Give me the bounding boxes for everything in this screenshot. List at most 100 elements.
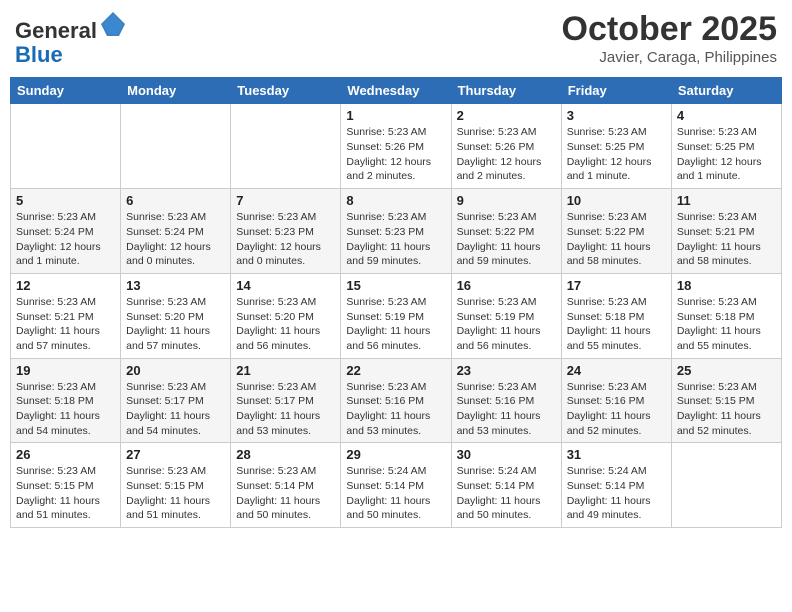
page-header: General Blue October 2025 Javier, Caraga… <box>10 10 782 67</box>
day-number: 19 <box>16 363 115 378</box>
day-info: Sunrise: 5:23 AM Sunset: 5:19 PM Dayligh… <box>346 295 445 354</box>
calendar-cell: 20Sunrise: 5:23 AM Sunset: 5:17 PM Dayli… <box>121 358 231 443</box>
day-info: Sunrise: 5:24 AM Sunset: 5:14 PM Dayligh… <box>457 464 556 523</box>
day-number: 8 <box>346 193 445 208</box>
calendar-cell: 15 Sunrise: 5:23 AM Sunset: 5:19 PM Dayli… <box>341 273 451 358</box>
day-info: Sunrise: 5:23 AM Sunset: 5:26 PM Dayligh… <box>457 125 556 184</box>
day-info: Sunrise: 5:23 AM Sunset: 5:15 PM Dayligh… <box>126 464 225 523</box>
calendar-cell: 4 Sunrise: 5:23 AM Sunset: 5:25 PM Daylig… <box>671 104 781 189</box>
day-info: Sunrise: 5:24 AM Sunset: 5:14 PM Dayligh… <box>346 464 445 523</box>
weekday-header: Monday <box>121 78 231 104</box>
day-number: 24 <box>567 363 666 378</box>
day-info: Sunrise: 5:23 AM Sunset: 5:25 PM Dayligh… <box>567 125 666 184</box>
day-number: 28 <box>236 447 335 462</box>
day-number: 4 <box>677 108 776 123</box>
calendar-cell: 24 Sunrise: 5:23 AM Sunset: 5:16 PM Dayli… <box>561 358 671 443</box>
calendar-cell: 19 Sunrise: 5:23 AM Sunset: 5:18 PM Dayli… <box>11 358 121 443</box>
calendar-cell: 22 Sunrise: 5:23 AM Sunset: 5:16 PM Dayli… <box>341 358 451 443</box>
day-info: Sunrise: 5:23 AM Sunset: 5:14 PM Dayligh… <box>236 464 335 523</box>
calendar-cell <box>11 104 121 189</box>
day-number: 26 <box>16 447 115 462</box>
calendar-cell: 23 Sunrise: 5:23 AM Sunset: 5:16 PM Dayli… <box>451 358 561 443</box>
title-block: October 2025 Javier, Caraga, Philippines <box>562 10 777 66</box>
day-number: 10 <box>567 193 666 208</box>
weekday-header: Thursday <box>451 78 561 104</box>
calendar-cell: 28 Sunrise: 5:23 AM Sunset: 5:14 PM Dayli… <box>231 443 341 528</box>
day-info: Sunrise: 5:23 AM Sunset: 5:16 PM Dayligh… <box>567 380 666 439</box>
day-number: 13 <box>126 278 225 293</box>
calendar-week-row: 5 Sunrise: 5:23 AM Sunset: 5:24 PM Daylig… <box>11 189 782 274</box>
day-number: 27 <box>126 447 225 462</box>
day-info: Sunrise: 5:23 AM Sunset: 5:16 PM Dayligh… <box>346 380 445 439</box>
day-info: Sunrise: 5:23 AM Sunset: 5:16 PM Dayligh… <box>457 380 556 439</box>
calendar-cell <box>231 104 341 189</box>
calendar-cell: 2 Sunrise: 5:23 AM Sunset: 5:26 PM Daylig… <box>451 104 561 189</box>
day-info: Sunrise: 5:23 AM Sunset: 5:21 PM Dayligh… <box>16 295 115 354</box>
calendar-cell: 6Sunrise: 5:23 AM Sunset: 5:24 PM Daylig… <box>121 189 231 274</box>
day-info: Sunrise: 5:23 AM Sunset: 5:24 PM Dayligh… <box>16 210 115 269</box>
weekday-header: Tuesday <box>231 78 341 104</box>
day-number: 15 <box>346 278 445 293</box>
day-number: 2 <box>457 108 556 123</box>
day-info: Sunrise: 5:23 AM Sunset: 5:22 PM Dayligh… <box>567 210 666 269</box>
calendar-cell: 18 Sunrise: 5:23 AM Sunset: 5:18 PM Dayli… <box>671 273 781 358</box>
day-number: 30 <box>457 447 556 462</box>
day-info: Sunrise: 5:23 AM Sunset: 5:17 PM Dayligh… <box>126 380 225 439</box>
calendar-cell: 30 Sunrise: 5:24 AM Sunset: 5:14 PM Dayli… <box>451 443 561 528</box>
logo: General Blue <box>15 10 127 67</box>
calendar-cell: 1Sunrise: 5:23 AM Sunset: 5:26 PM Daylig… <box>341 104 451 189</box>
calendar-cell: 31Sunrise: 5:24 AM Sunset: 5:14 PM Dayli… <box>561 443 671 528</box>
calendar-cell: 25Sunrise: 5:23 AM Sunset: 5:15 PM Dayli… <box>671 358 781 443</box>
day-number: 23 <box>457 363 556 378</box>
calendar-cell <box>121 104 231 189</box>
day-number: 11 <box>677 193 776 208</box>
weekday-header: Friday <box>561 78 671 104</box>
day-number: 21 <box>236 363 335 378</box>
calendar-cell: 13 Sunrise: 5:23 AM Sunset: 5:20 PM Dayli… <box>121 273 231 358</box>
logo-icon <box>99 10 127 38</box>
day-number: 1 <box>346 108 445 123</box>
day-info: Sunrise: 5:23 AM Sunset: 5:23 PM Dayligh… <box>346 210 445 269</box>
day-number: 3 <box>567 108 666 123</box>
day-number: 22 <box>346 363 445 378</box>
weekday-header: Wednesday <box>341 78 451 104</box>
calendar-cell: 3 Sunrise: 5:23 AM Sunset: 5:25 PM Daylig… <box>561 104 671 189</box>
day-info: Sunrise: 5:23 AM Sunset: 5:20 PM Dayligh… <box>236 295 335 354</box>
day-info: Sunrise: 5:23 AM Sunset: 5:21 PM Dayligh… <box>677 210 776 269</box>
day-info: Sunrise: 5:23 AM Sunset: 5:17 PM Dayligh… <box>236 380 335 439</box>
calendar-table: SundayMondayTuesdayWednesdayThursdayFrid… <box>10 77 782 528</box>
weekday-header: Saturday <box>671 78 781 104</box>
day-info: Sunrise: 5:23 AM Sunset: 5:18 PM Dayligh… <box>16 380 115 439</box>
calendar-cell: 5 Sunrise: 5:23 AM Sunset: 5:24 PM Daylig… <box>11 189 121 274</box>
day-number: 17 <box>567 278 666 293</box>
calendar-week-row: 26 Sunrise: 5:23 AM Sunset: 5:15 PM Dayli… <box>11 443 782 528</box>
location: Javier, Caraga, Philippines <box>562 49 777 66</box>
calendar-cell: 11 Sunrise: 5:23 AM Sunset: 5:21 PM Dayli… <box>671 189 781 274</box>
calendar-week-row: 19 Sunrise: 5:23 AM Sunset: 5:18 PM Dayli… <box>11 358 782 443</box>
weekday-header-row: SundayMondayTuesdayWednesdayThursdayFrid… <box>11 78 782 104</box>
month-year: October 2025 <box>562 10 777 49</box>
day-info: Sunrise: 5:24 AM Sunset: 5:14 PM Dayligh… <box>567 464 666 523</box>
calendar-week-row: 1 Sunrise: 5:23 AM Sunset: 5:26 PM Daylig… <box>11 104 782 189</box>
logo-blue-text: Blue <box>15 42 63 67</box>
day-info: Sunrise: 5:23 AM Sunset: 5:18 PM Dayligh… <box>567 295 666 354</box>
day-number: 16 <box>457 278 556 293</box>
day-number: 25 <box>677 363 776 378</box>
day-number: 18 <box>677 278 776 293</box>
day-info: Sunrise: 5:23 AM Sunset: 5:22 PM Dayligh… <box>457 210 556 269</box>
calendar-cell: 26 Sunrise: 5:23 AM Sunset: 5:15 PM Dayli… <box>11 443 121 528</box>
day-info: Sunrise: 5:23 AM Sunset: 5:18 PM Dayligh… <box>677 295 776 354</box>
calendar-cell <box>671 443 781 528</box>
day-info: Sunrise: 5:23 AM Sunset: 5:15 PM Dayligh… <box>16 464 115 523</box>
day-info: Sunrise: 5:23 AM Sunset: 5:24 PM Dayligh… <box>126 210 225 269</box>
day-info: Sunrise: 5:23 AM Sunset: 5:25 PM Dayligh… <box>677 125 776 184</box>
calendar-cell: 17 Sunrise: 5:23 AM Sunset: 5:18 PM Dayli… <box>561 273 671 358</box>
calendar-cell: 16Sunrise: 5:23 AM Sunset: 5:19 PM Dayli… <box>451 273 561 358</box>
day-number: 12 <box>16 278 115 293</box>
day-number: 5 <box>16 193 115 208</box>
day-info: Sunrise: 5:23 AM Sunset: 5:23 PM Dayligh… <box>236 210 335 269</box>
calendar-cell: 27 Sunrise: 5:23 AM Sunset: 5:15 PM Dayli… <box>121 443 231 528</box>
calendar-cell: 21 Sunrise: 5:23 AM Sunset: 5:17 PM Dayli… <box>231 358 341 443</box>
day-info: Sunrise: 5:23 AM Sunset: 5:20 PM Dayligh… <box>126 295 225 354</box>
calendar-week-row: 12 Sunrise: 5:23 AM Sunset: 5:21 PM Dayli… <box>11 273 782 358</box>
